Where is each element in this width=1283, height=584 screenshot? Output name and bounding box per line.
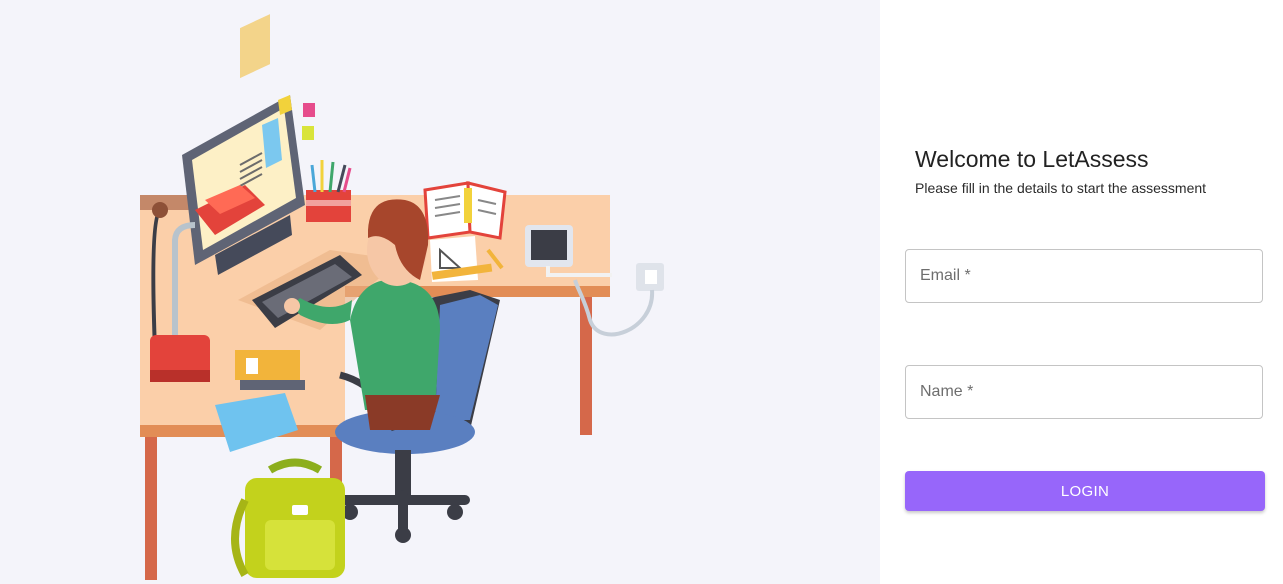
login-panel: Welcome to LetAssess Please fill in the … <box>880 0 1283 584</box>
login-button[interactable]: LOGIN <box>905 471 1265 511</box>
name-input[interactable] <box>906 366 1262 418</box>
illustration-panel <box>0 0 880 584</box>
name-field[interactable]: Name * <box>905 365 1263 419</box>
email-field[interactable]: Email * <box>905 249 1263 303</box>
welcome-title: Welcome to LetAssess <box>915 146 1149 172</box>
welcome-subtitle: Please fill in the details to start the … <box>915 180 1207 196</box>
email-input[interactable] <box>906 250 1262 302</box>
student-at-desk-illustration <box>140 14 664 580</box>
